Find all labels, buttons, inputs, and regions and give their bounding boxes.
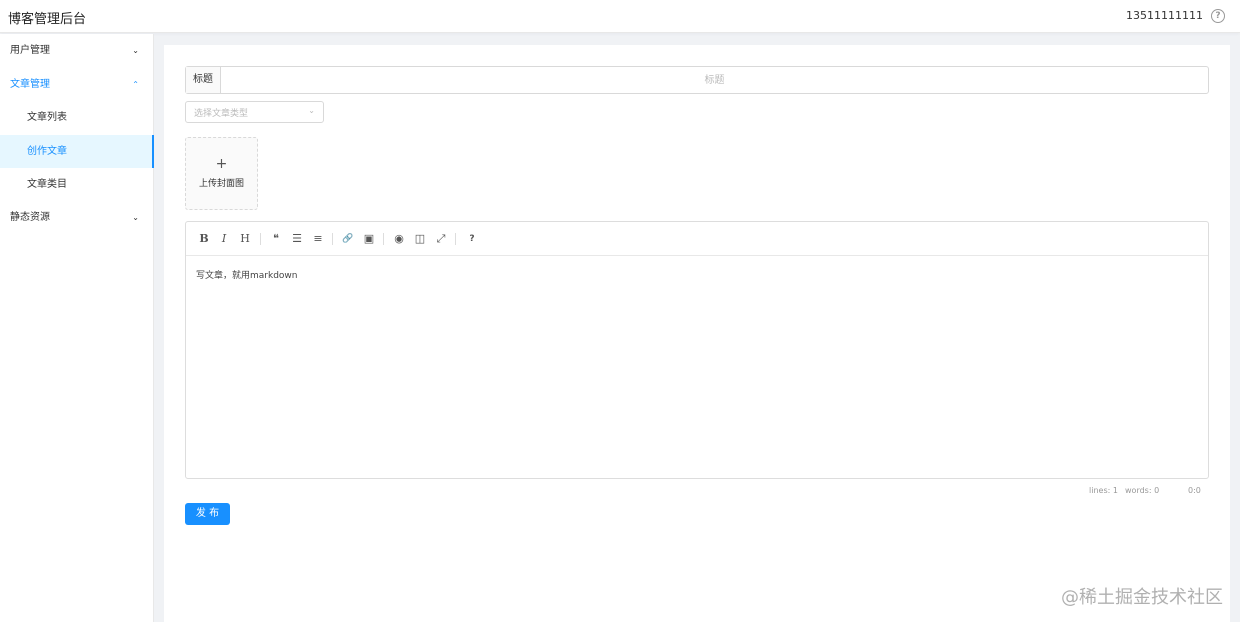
ordered-list-icon[interactable]: ≡ — [310, 231, 326, 247]
toolbar-separator — [260, 233, 261, 245]
editor-toolbar: B I H ❝ ☰ ≡ 🔗 ▣ ◉ ◫ ⤢ ? — [186, 222, 1208, 256]
unordered-list-icon[interactable]: ☰ — [289, 231, 305, 247]
upload-cover-label: 上传封面图 — [198, 179, 244, 189]
image-icon[interactable]: ▣ — [361, 231, 377, 247]
menu-article-list[interactable]: 文章列表 — [0, 101, 154, 134]
user-account[interactable]: 13511111111 — [1126, 9, 1203, 22]
status-cursor: 0:0 — [1188, 486, 1201, 495]
chevron-up-icon: ⌃ — [132, 80, 139, 89]
status-lines: lines: 1 — [1089, 486, 1118, 495]
editor-statusbar: lines: 1 words: 0 0:0 — [185, 486, 1209, 500]
chevron-down-icon: ⌄ — [308, 106, 315, 115]
bold-icon[interactable]: B — [196, 231, 212, 247]
app-title: 博客管理后台 — [8, 12, 87, 27]
status-words: words: 0 — [1125, 486, 1160, 495]
menu-user-management[interactable]: 用户管理 ⌄ — [0, 34, 154, 67]
menu-label: 创作文章 — [27, 146, 67, 157]
fullscreen-icon[interactable]: ⤢ — [433, 231, 449, 247]
menu-label: 文章列表 — [27, 112, 67, 123]
main-content: 标题 选择文章类型 ⌄ + 上传封面图 B I H ❝ ☰ ≡ 🔗 ▣ ◉ ◫ … — [164, 45, 1230, 622]
watermark: @稀土掘金技术社区 — [1061, 587, 1223, 608]
chevron-down-icon: ⌄ — [132, 46, 139, 55]
top-header: 博客管理后台 13511111111 ? — [0, 0, 1240, 33]
menu-label: 用户管理 — [10, 45, 50, 56]
menu-label: 文章管理 — [10, 79, 50, 90]
category-select-placeholder: 选择文章类型 — [194, 109, 249, 119]
menu-article-category[interactable]: 文章类目 — [0, 168, 154, 201]
title-addon-label: 标题 — [186, 67, 221, 93]
quote-icon[interactable]: ❝ — [268, 231, 284, 247]
menu-label: 静态资源 — [10, 212, 50, 223]
chevron-down-icon: ⌄ — [132, 213, 139, 222]
toolbar-separator — [332, 233, 333, 245]
side-by-side-icon[interactable]: ◫ — [412, 231, 428, 247]
help-icon[interactable]: ? — [1211, 9, 1225, 23]
editor-content[interactable]: 写文章，就用markdown — [196, 268, 297, 281]
publish-button[interactable]: 发 布 — [185, 503, 230, 525]
cover-upload[interactable]: + 上传封面图 — [185, 137, 258, 210]
title-input[interactable] — [221, 67, 1208, 93]
toolbar-separator — [455, 233, 456, 245]
category-select[interactable]: 选择文章类型 ⌄ — [185, 101, 324, 123]
link-icon[interactable]: 🔗 — [340, 231, 356, 247]
guide-icon[interactable]: ? — [464, 231, 480, 247]
preview-icon[interactable]: ◉ — [391, 231, 407, 247]
title-input-group: 标题 — [185, 66, 1209, 94]
menu-article-management[interactable]: 文章管理 ⌃ — [0, 68, 154, 101]
markdown-editor: B I H ❝ ☰ ≡ 🔗 ▣ ◉ ◫ ⤢ ? 写文章，就用markdown — [185, 221, 1209, 479]
heading-icon[interactable]: H — [237, 231, 253, 247]
plus-icon: + — [215, 156, 228, 172]
menu-label: 文章类目 — [27, 179, 67, 190]
sidebar: 用户管理 ⌄ 文章管理 ⌃ 文章列表 创作文章 文章类目 静态资源 ⌄ — [0, 34, 154, 622]
menu-create-article[interactable]: 创作文章 — [0, 135, 154, 168]
menu-static-resources[interactable]: 静态资源 ⌄ — [0, 201, 154, 234]
toolbar-separator — [383, 233, 384, 245]
italic-icon[interactable]: I — [216, 231, 232, 247]
